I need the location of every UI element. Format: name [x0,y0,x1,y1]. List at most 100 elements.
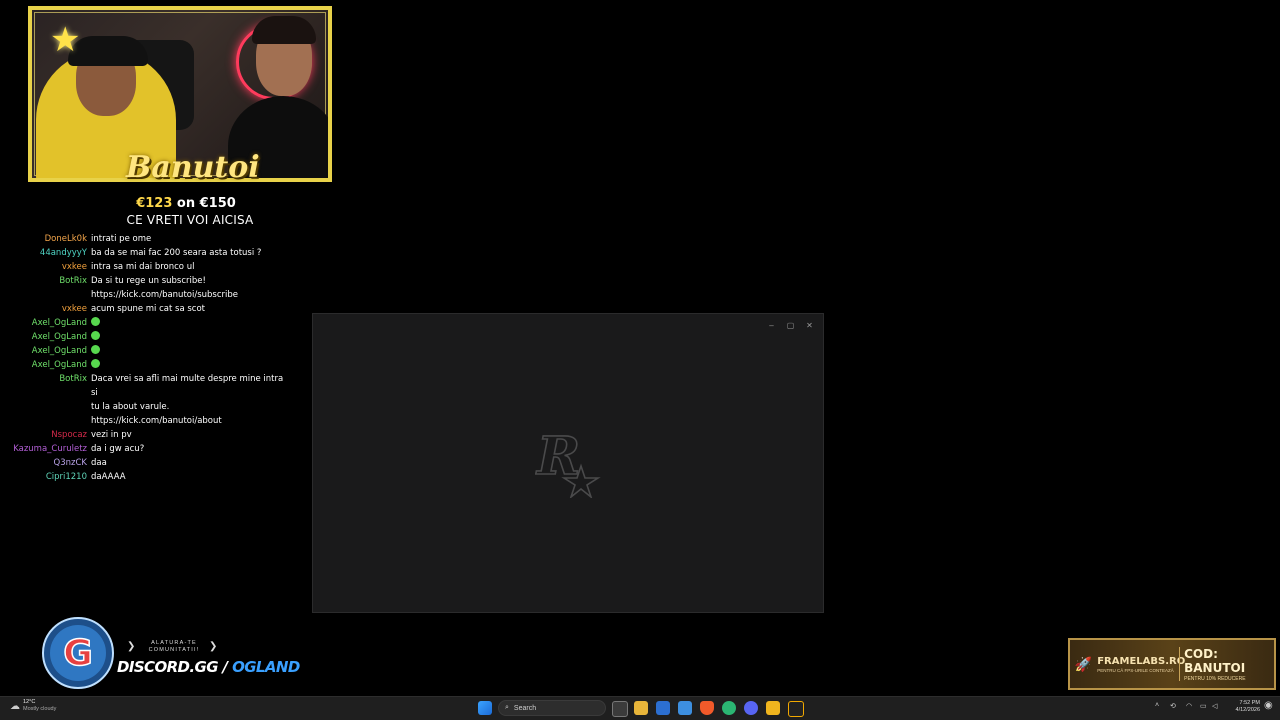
chat-username[interactable]: BotRix [0,274,91,288]
goal-current: €123 [136,196,173,211]
emote-icon [91,359,100,368]
discord-separator: / [222,658,228,676]
chat-message: tu la about varule. [0,400,300,414]
chat-username[interactable]: Q3nzCK [0,456,91,470]
weather-desc: Mostly cloudy [23,706,57,712]
volume-icon[interactable]: ◁ [1212,702,1217,710]
join-line-1: ALATURA-TE [151,640,197,646]
chat-username[interactable] [0,288,91,302]
app-icon[interactable] [678,701,692,715]
chat-text [91,316,300,330]
chat-message: Axel_OgLand [0,358,300,372]
chat-username[interactable]: Nspocaz [0,428,91,442]
emote-icon [91,345,100,354]
chat-text: intra sa mi dai bronco ul [91,262,195,272]
wifi-icon[interactable]: ◠ [1186,702,1192,710]
chat-message: Axel_OgLand [0,330,300,344]
chat-text: ba da se mai fac 200 seara asta totusi ? [91,248,262,258]
goal-on: on [176,196,196,211]
chat-username[interactable]: Axel_OgLand [0,330,91,344]
chat-text: acum spune mi cat sa scot [91,304,206,314]
chat-text: Da si tu rege un subscribe! [91,276,206,286]
start-icon[interactable] [478,701,492,715]
chat-username[interactable]: vxkee [0,260,91,274]
donation-goal: €123 on €150 [120,196,252,211]
stream-headline: CE VRETI VOI AICISA [126,213,254,227]
rocket-icon: 🚀 [1074,655,1093,672]
chat-message: https://kick.com/banutoi/about [0,414,300,428]
file-explorer-icon[interactable] [634,701,648,715]
chat-message: Cipri1210 daAAAA [0,470,300,484]
monitor-icon[interactable]: ▭ [1200,702,1207,710]
chat-message: Axel_OgLand [0,344,300,358]
chat-text: da i gw acu? [91,444,145,454]
chevron-down-icon: ❯ [127,641,136,652]
chat-username[interactable]: 44andyyyY [0,246,91,260]
sponsor-code: COD: BANUTOI PENTRU 10% REDUCERE [1184,647,1274,682]
clock[interactable]: 7:52 PM 4/12/2026 [1226,700,1260,714]
close-button[interactable]: ✕ [800,318,819,332]
weather-widget[interactable]: ☁ 12°C Mostly cloudy [10,699,56,713]
discord-icon[interactable] [744,701,758,715]
discord-invite: DISCORD.GG / OGLAND [117,658,300,676]
chat-message: Q3nzCK daa [0,456,300,470]
ogland-logo-icon: G [42,617,114,689]
discord-prefix: DISCORD.GG [117,658,219,676]
sponsor-code-text: COD: BANUTOI [1184,646,1246,675]
goal-target: €150 [199,196,236,211]
star-icon: ★ [50,21,81,59]
guest-hair [252,16,316,44]
chat-username[interactable]: Axel_OgLand [0,344,91,358]
notification-icon[interactable]: ◉ [1264,700,1273,711]
network-icon[interactable]: ⟲ [1170,702,1176,710]
emote-icon [91,331,100,340]
chat-message: BotRix Daca vrei sa afli mai multe despre… [0,372,300,400]
chat-username[interactable] [0,414,91,428]
weather-temp: 12°C [23,699,36,705]
store-icon[interactable] [656,701,670,715]
chat-username[interactable]: Cipri1210 [0,470,91,484]
chat-text: vezi in pv [91,430,132,440]
chat-message: vxkee intra sa mi dai bronco ul [0,260,300,274]
maximize-button[interactable]: ▢ [781,318,800,332]
sponsor-code-tagline: PENTRU 10% REDUCERE [1184,675,1246,682]
chat-log: DoneLk0k intrati pe ome 44andyyyY ba da se … [0,232,300,484]
chat-text [91,344,300,358]
launcher-window[interactable]: – ▢ ✕ R [312,313,824,613]
chat-message: BotRix Da si tu rege un subscribe! [0,274,300,288]
chat-text [91,330,300,344]
sponsor-brand-tagline: PENTRU CĂ FPS-URILE CONTEAZĂ [1097,667,1174,673]
taskbar: ☁ 12°C Mostly cloudy ⌕ Search ˄ ⟲ ◠ ▭ ◁ … [0,696,1280,720]
clock-date: 4/12/2026 [1235,707,1260,713]
chat-username[interactable]: DoneLk0k [0,232,91,246]
chat-message: https://kick.com/banutoi/subscribe [0,288,300,302]
cloud-icon: ☁ [10,700,20,712]
sponsor-banner: 🚀 FRAMELABS.RO PENTRU CĂ FPS-URILE CONTE… [1068,638,1276,690]
chat-username[interactable]: Axel_OgLand [0,316,91,330]
svg-text:G: G [63,633,93,674]
chat-username[interactable]: BotRix [0,372,91,400]
game-launcher-icon[interactable] [766,701,780,715]
chat-username[interactable] [0,400,91,414]
chevron-up-icon[interactable]: ˄ [1155,702,1159,709]
chat-message: Kazuma_Curuletz da i gw acu? [0,442,300,456]
chat-username[interactable]: Kazuma_Curuletz [0,442,91,456]
minimize-button[interactable]: – [762,318,781,332]
chat-text: https://kick.com/banutoi/subscribe [91,290,238,300]
search-icon: ⌕ [505,704,509,711]
task-view-icon[interactable] [612,701,628,717]
rockstar-launcher-icon[interactable] [788,701,804,717]
chat-username[interactable]: vxkee [0,302,91,316]
brave-browser-icon[interactable] [700,701,714,715]
chat-message: DoneLk0k intrati pe ome [0,232,300,246]
chrome-icon[interactable] [722,701,736,715]
chat-message: vxkee acum spune mi cat sa scot [0,302,300,316]
chat-text: Daca vrei sa afli mai multe despre mine … [91,374,284,398]
chat-text: tu la about varule. [91,402,170,412]
chat-message: 44andyyyY ba da se mai fac 200 seara asta… [0,246,300,260]
discord-code: OGLAND [232,658,300,676]
search-box[interactable]: ⌕ Search [498,700,606,716]
window-controls: – ▢ ✕ [762,318,819,332]
clock-time: 7:52 PM [1239,700,1260,706]
chat-username[interactable]: Axel_OgLand [0,358,91,372]
